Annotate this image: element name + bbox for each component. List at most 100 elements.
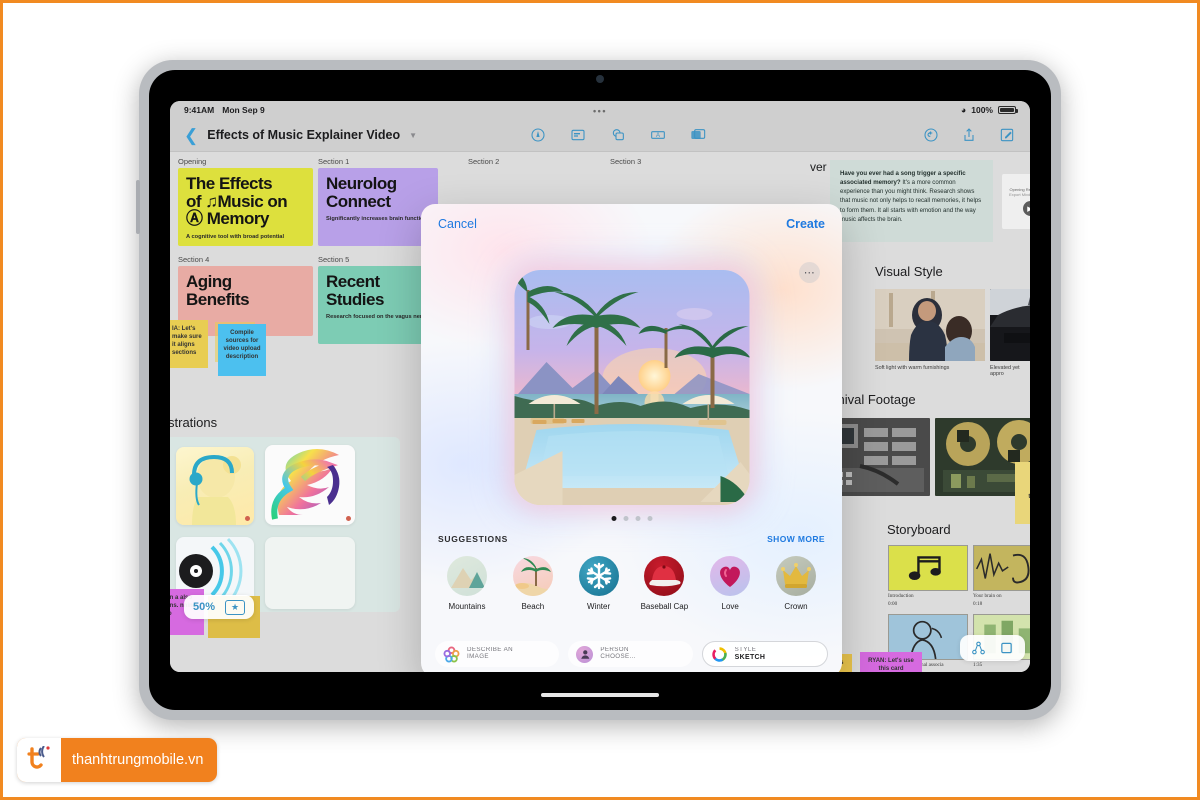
partial-heading-over: ver [810,160,827,174]
sticky-note[interactable]: Compile sources for video upload descrip… [218,324,266,376]
palm-tree-icon [512,556,553,596]
chevron-left-icon[interactable]: ❮ [184,127,198,144]
chip-describe-an-image[interactable]: DESCRIBE AN IMAGE [435,641,560,667]
suggestion-winter[interactable]: Winter [567,556,631,611]
suggestion-beach[interactable]: Beach [501,556,565,611]
suggestions-header: SUGGESTIONS [438,534,509,544]
star-icon[interactable]: ★ [225,599,246,615]
nav-center-tools: A [529,127,707,143]
media-icon[interactable] [689,127,707,143]
cancel-button[interactable]: Cancel [438,217,477,231]
status-date: Mon Sep 9 [222,105,265,115]
more-dots-icon[interactable]: ⋯ [799,262,820,283]
image-playground-modal: Cancel Create ⋯ SUGGESTIONS SHOW MORE Mo… [421,204,842,672]
crown-icon [775,556,816,596]
section-label-2: Section 2 [468,157,500,166]
storyboard-caption: Introduction [888,593,914,599]
suggestion-crown[interactable]: Crown [764,556,828,611]
sticky-note[interactable]: RYAN: Let's use this card [860,652,922,672]
status-left: 9:41AM Mon Sep 9 [184,105,265,115]
play-icon[interactable]: ▶ [1022,201,1030,217]
video-thumbnail[interactable]: Opening Recording_v1 Export Mixdown mast… [1002,174,1030,229]
suggestion-label: Beach [521,602,545,611]
zoom-control[interactable]: 50% ★ [184,595,255,619]
suggestion-label: Love [721,602,739,611]
page-dot[interactable] [635,516,640,521]
card-section-5[interactable]: Recent Studies Research focused on the va… [318,266,438,344]
page-dot[interactable] [611,516,616,521]
text-blurb[interactable]: Have you ever had a song trigger a speci… [830,160,993,242]
markup-pen-icon[interactable] [529,127,547,143]
thanhtrung-logo-icon [17,738,61,782]
sticky-note[interactable]: Use filters for throwback clips [1015,462,1030,524]
page-dot[interactable] [623,516,628,521]
storyboard-time: 1:35 [973,662,983,668]
resize-handle[interactable] [346,516,351,521]
illustration-card[interactable] [265,537,355,609]
modal-header: Cancel Create [421,204,842,231]
device-screen: 9:41AM Mon Sep 9 ••• ◕ 100% ❮ Effects of… [149,70,1051,710]
video-subtitle: Export Mixdown master [1009,192,1030,197]
multitask-dots-icon[interactable]: ••• [593,106,607,116]
card-opening[interactable]: The Effects of ♫Music on Ⓐ Memory A cognit… [178,168,313,246]
shapes-icon[interactable] [609,127,627,143]
storyboard-toolbar[interactable] [960,635,1025,661]
page-dot[interactable] [647,516,652,521]
wifi-icon: ◕ [960,105,967,115]
shape-node-icon[interactable] [971,641,986,655]
storyboard-frame[interactable] [973,545,1030,591]
home-indicator[interactable] [541,693,659,697]
chip-text: STYLE SKETCH [735,647,766,662]
storyboard-time: 0:18 [973,601,983,607]
card-caption: Research focused on the vagus nerve [326,314,429,320]
compose-icon[interactable] [998,127,1016,143]
zoom-percent: 50% [193,601,216,613]
suggestion-label: Mountains [448,602,486,611]
chip-value: SKETCH [734,653,766,661]
illustration-card[interactable] [176,447,254,525]
color-ring-icon [443,646,460,663]
card-title-line: Recent Studies [326,272,384,309]
text-box-icon[interactable]: A [649,127,667,143]
section-heading-illustrations: strations [170,415,218,430]
section-label-5: Section 5 [318,255,350,264]
prompt-chips-row: DESCRIBE AN IMAGE PERSON CHOOSE… STYLE S… [435,641,828,667]
sticky-note-icon[interactable] [569,127,587,143]
show-more-button[interactable]: SHOW MORE [767,534,825,544]
mountain-icon [447,556,487,596]
branding-badge: thanhtrungmobile.vn [17,738,218,782]
illustration-card[interactable] [265,445,355,525]
storyboard-frame[interactable] [888,545,968,591]
card-title-line: Neurolog Connect [326,174,397,211]
chevron-down-icon[interactable]: ▼ [409,131,417,140]
section-heading-storyboard: Storyboard [887,522,951,537]
share-icon[interactable] [960,127,978,143]
suggestion-label: Baseball Cap [640,602,689,611]
card-title-line: The Effects of ♫Music on Ⓐ Memory [186,174,288,228]
section-label-opening: Opening [178,157,207,166]
status-time: 9:41AM [184,105,215,115]
photo-visual-style-1[interactable] [875,289,985,361]
card-caption: A cognitive tool with broad potential [186,233,285,240]
image-page-dots[interactable] [611,516,652,521]
chip-text: DESCRIBE AN IMAGE [467,647,513,661]
create-button[interactable]: Create [786,217,825,231]
suggestion-label: Winter [587,602,611,611]
storyboard-time: 0:00 [888,601,898,607]
undo-icon[interactable] [922,127,940,143]
status-right: ◕ 100% [960,105,1018,115]
photo-visual-style-2[interactable] [990,289,1030,361]
suggestion-love[interactable]: Love [698,556,762,611]
chip-style[interactable]: STYLE SKETCH [701,641,828,667]
sticky-note[interactable]: IA: Let's make sure it aligns sections [170,320,208,368]
photo-caption: Soft light with warm furnishings [875,365,950,371]
square-icon[interactable] [999,641,1014,655]
suggestion-baseball-cap[interactable]: Baseball Cap [632,556,696,611]
card-title-line: Aging Benefits [186,272,250,309]
resize-handle[interactable] [245,516,250,521]
generated-image[interactable] [514,270,749,505]
chip-person[interactable]: PERSON CHOOSE… [568,641,693,667]
cap-icon [644,556,685,596]
suggestion-mountains[interactable]: Mountains [435,556,499,611]
card-section-1[interactable]: Neurolog Connect Significantly increases … [318,168,438,246]
